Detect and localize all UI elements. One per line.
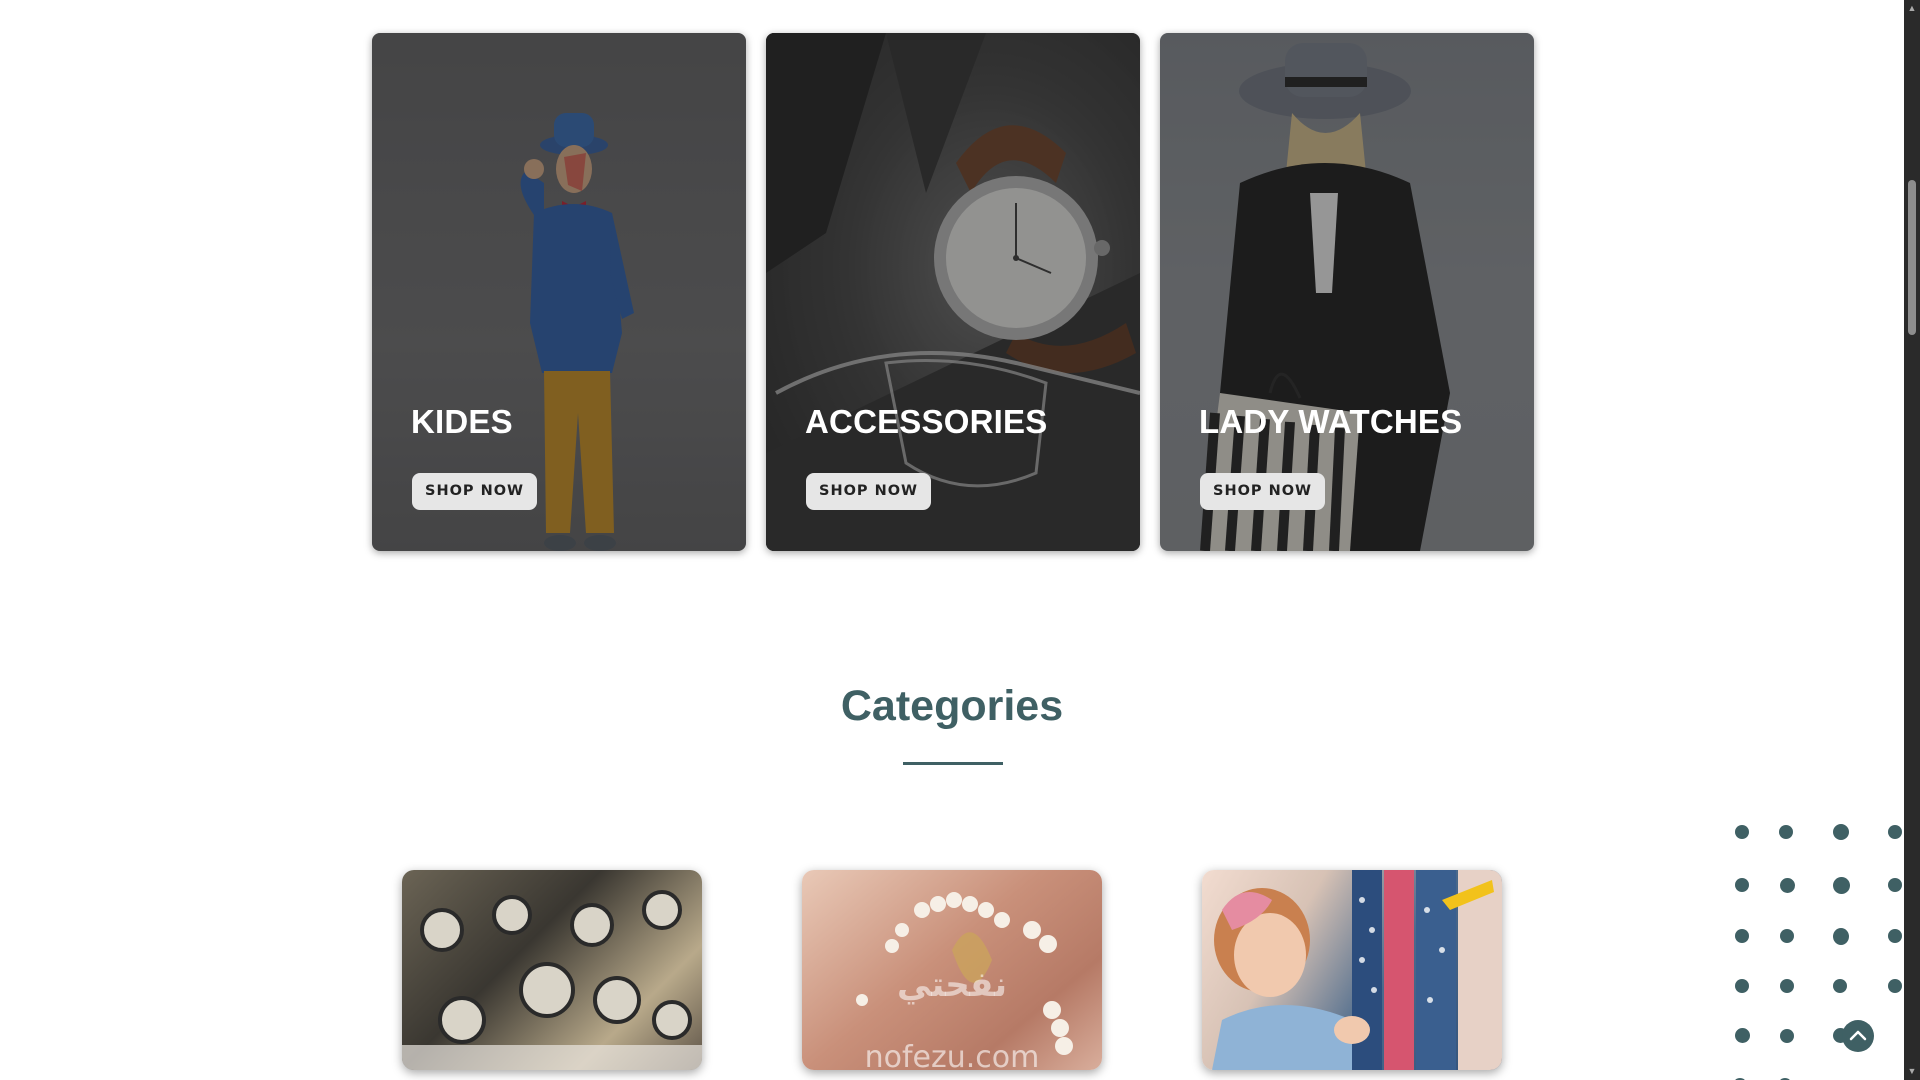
promo-card-accessories[interactable]: ACCESSORIES SHOP NOW <box>766 33 1140 551</box>
watermark-logo: نفحتي <box>896 965 1008 1005</box>
shop-now-button[interactable]: SHOP NOW <box>806 473 932 510</box>
promo-card-title: KIDES <box>411 403 513 440</box>
watermark-domain: nofezu.com <box>864 1040 1040 1070</box>
triangle-down-icon[interactable]: ▼ <box>1907 1066 1917 1076</box>
category-tile-jewelry[interactable]: نفحتي nofezu.com <box>802 870 1102 1070</box>
promo-cards-row: KIDES SHOP NOW ACCESSORIES SHOP NOW LADY… <box>372 33 1534 551</box>
girl-clothes-rack-image <box>1212 870 1502 1070</box>
promo-card-lady-watches[interactable]: LADY WATCHES SHOP NOW <box>1160 33 1534 551</box>
scrollbar-thumb[interactable] <box>1908 180 1916 335</box>
page-scrollbar[interactable]: ▲ ▼ <box>1904 0 1920 1080</box>
shop-now-button[interactable]: SHOP NOW <box>412 473 538 510</box>
back-to-top-button[interactable] <box>1842 1020 1874 1052</box>
category-tile-watches[interactable] <box>402 870 702 1070</box>
decorative-dot-grid <box>1730 823 1904 1080</box>
watches-display-image <box>402 890 702 1070</box>
triangle-up-icon[interactable]: ▲ <box>1907 3 1917 13</box>
promo-card-title: ACCESSORIES <box>805 403 1048 440</box>
promo-card-kids[interactable]: KIDES SHOP NOW <box>372 33 746 551</box>
promo-card-title: LADY WATCHES <box>1199 403 1463 440</box>
page: KIDES SHOP NOW ACCESSORIES SHOP NOW LADY… <box>0 0 1904 1080</box>
category-tile-kids[interactable] <box>1202 870 1502 1070</box>
heading-underline <box>903 762 1003 765</box>
chevron-up-icon <box>1849 1030 1867 1041</box>
categories-heading: Categories <box>840 682 1064 730</box>
shop-now-button[interactable]: SHOP NOW <box>1200 473 1326 510</box>
